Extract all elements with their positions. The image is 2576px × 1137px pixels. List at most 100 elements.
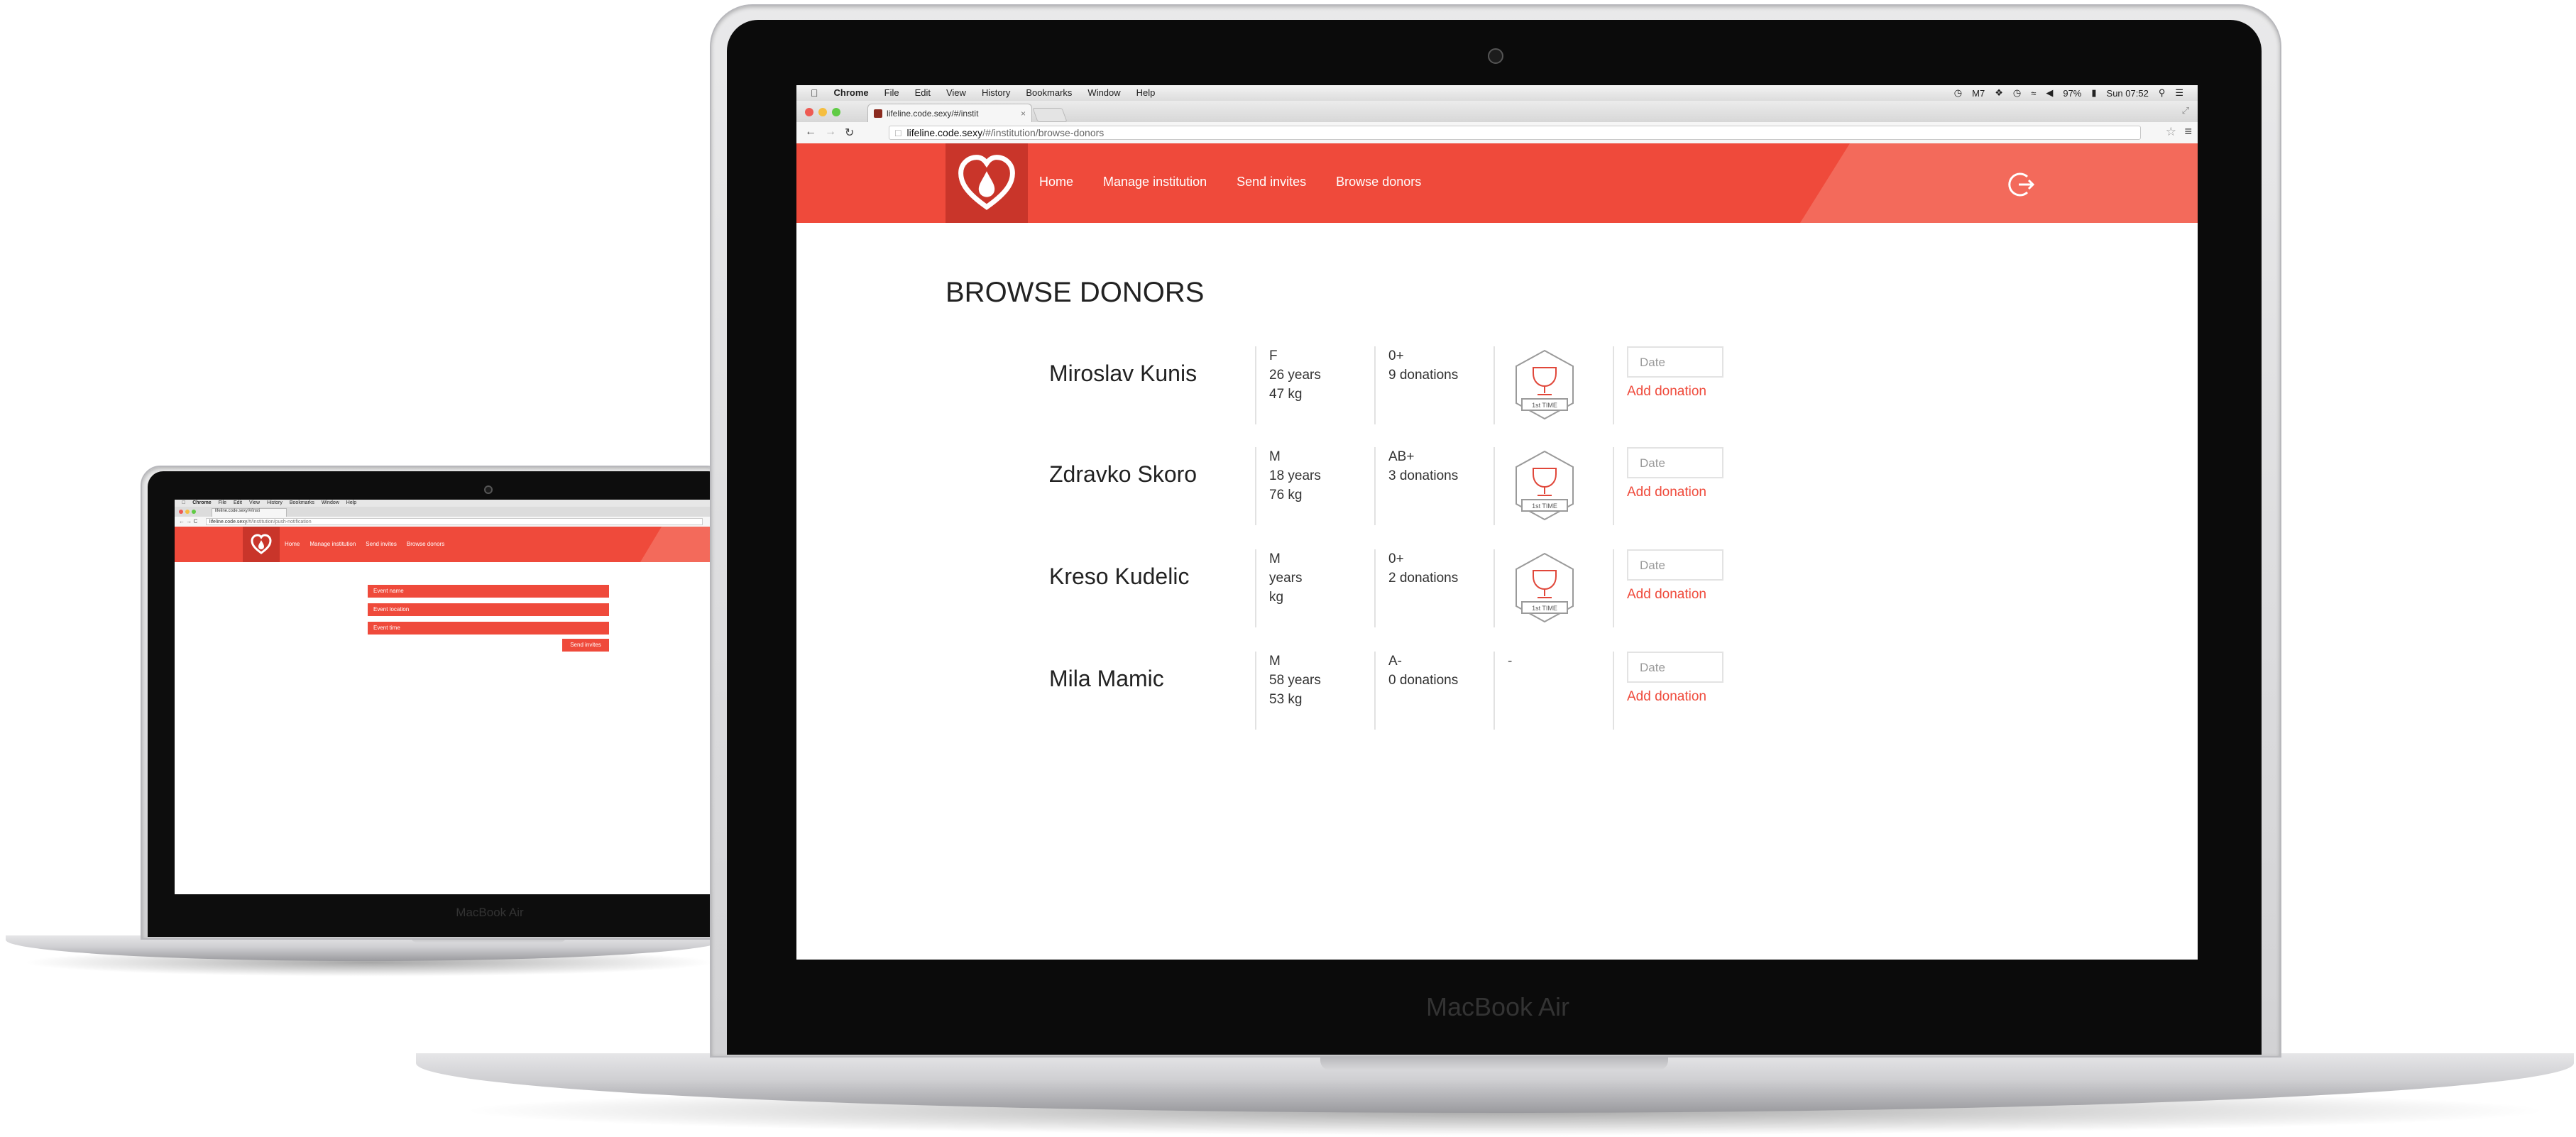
donor-row: Miroslav Kunis F 26 years 47 kg 0+ 9 don… — [1049, 346, 1759, 437]
small-nav-arrows-icon[interactable]: ← → C — [179, 518, 197, 524]
donor-donation-count: 3 donations — [1388, 468, 1459, 483]
address-bar[interactable]: □ lifeline.code.sexy/#/institution/brows… — [889, 126, 2141, 140]
small-logo[interactable] — [243, 527, 280, 562]
fullscreen-icon[interactable]: ⤢ — [2182, 105, 2189, 116]
donor-sex: F — [1269, 348, 1278, 363]
battery-icon[interactable]: ▮ — [2091, 87, 2096, 99]
date-input[interactable]: Date — [1627, 652, 1723, 683]
menu-file[interactable]: File — [884, 87, 899, 99]
donor-demographics: F 26 years 47 kg — [1255, 346, 1374, 424]
donor-blood-type: 0+ — [1388, 348, 1404, 363]
small-menu-edit[interactable]: Edit — [234, 500, 242, 505]
close-window-icon[interactable] — [805, 108, 813, 116]
nav-manage-institution[interactable]: Manage institution — [1103, 175, 1207, 190]
donor-row: Mila Mamic M 58 years 53 kg A- 0 donatio… — [1049, 652, 1759, 742]
small-header-stripe — [640, 527, 711, 562]
new-tab-button[interactable] — [1032, 108, 1068, 122]
small-menu-help[interactable]: Help — [346, 500, 356, 505]
small-url-host: lifeline.code.sexy — [209, 520, 248, 524]
zoom-window-icon[interactable] — [832, 108, 840, 116]
small-browser-tab[interactable]: lifeline.code.sexy/#/insti — [212, 508, 287, 517]
minimize-window-icon[interactable] — [818, 108, 827, 116]
reload-icon[interactable]: ↻ — [845, 126, 854, 140]
small-nav-browse-donors[interactable]: Browse donors — [407, 541, 444, 547]
minimize-window-icon[interactable] — [185, 510, 190, 514]
donor-blood-info: 0+ 2 donations — [1374, 549, 1493, 627]
add-donation-link[interactable]: Add donation — [1627, 382, 1755, 401]
menu-help[interactable]: Help — [1136, 87, 1156, 99]
small-menu-window[interactable]: Window — [322, 500, 339, 505]
add-donation-link[interactable]: Add donation — [1627, 483, 1755, 502]
small-tab-bar: lifeline.code.sexy/#/insti — [175, 507, 711, 517]
browser-tab[interactable]: lifeline.code.sexy/#/instit × — [867, 104, 1032, 122]
donor-donation-count: 9 donations — [1388, 368, 1459, 383]
small-laptop-camera — [484, 485, 493, 494]
time-machine-icon[interactable]: ◷ — [2013, 87, 2021, 99]
menu-chrome[interactable]: Chrome — [834, 87, 869, 99]
donor-blood-info: 0+ 9 donations — [1374, 346, 1493, 424]
notification-center-icon[interactable]: ☰ — [2175, 87, 2183, 99]
donor-badge-cell: - — [1493, 652, 1613, 730]
mac-menubar:  Chrome File Edit View History Bookmark… — [796, 85, 2198, 101]
donor-age: 58 years — [1269, 673, 1321, 688]
event-time-field[interactable]: Event time — [368, 622, 609, 635]
big-laptop-screen:  Chrome File Edit View History Bookmark… — [796, 85, 2198, 960]
small-menu-file[interactable]: File — [219, 500, 226, 505]
close-tab-icon[interactable]: × — [1021, 109, 1026, 119]
browser-tab-bar: lifeline.code.sexy/#/instit × ⤢ — [796, 101, 2198, 123]
menu-view[interactable]: View — [946, 87, 966, 99]
donor-age: 18 years — [1269, 468, 1321, 483]
menu-bookmarks[interactable]: Bookmarks — [1026, 87, 1072, 99]
apple-icon[interactable]:  — [811, 87, 818, 99]
menu-history[interactable]: History — [982, 87, 1010, 99]
small-url-field[interactable]: lifeline.code.sexy/#/institution/push-no… — [206, 518, 703, 525]
add-donation-link[interactable]: Add donation — [1627, 687, 1755, 706]
small-menu-history[interactable]: History — [267, 500, 283, 505]
nav-browse-donors[interactable]: Browse donors — [1336, 175, 1421, 190]
donor-name: Miroslav Kunis — [1049, 361, 1197, 386]
apple-icon[interactable]:  — [182, 500, 185, 505]
clock[interactable]: Sun 07:52 — [2107, 88, 2149, 99]
battery-percent: 97% — [2063, 87, 2082, 99]
notification-icon[interactable]: ◷ — [1954, 87, 1962, 99]
close-window-icon[interactable] — [179, 510, 183, 514]
wifi-icon[interactable]: ≈ — [2031, 88, 2036, 99]
small-menu-view[interactable]: View — [249, 500, 260, 505]
no-badge-placeholder: - — [1508, 654, 1513, 669]
url-path: /#/institution/browse-donors — [982, 127, 1105, 138]
date-input[interactable]: Date — [1627, 447, 1723, 478]
forward-arrow-icon[interactable]: → — [825, 126, 836, 140]
main-nav: Home Manage institution Send invites Bro… — [1039, 175, 1421, 190]
logout-button[interactable] — [2007, 170, 2036, 202]
send-invites-button[interactable]: Send invites — [562, 639, 609, 652]
dropbox-icon[interactable]: ❖ — [1995, 87, 2003, 99]
event-name-field[interactable]: Event name — [368, 585, 609, 598]
badge-label: 1st TIME — [1532, 402, 1557, 409]
spotlight-icon[interactable]: ⚲ — [2159, 87, 2166, 99]
volume-icon[interactable]: ◀ — [2046, 87, 2053, 99]
date-input[interactable]: Date — [1627, 346, 1723, 378]
app-logo[interactable] — [946, 143, 1028, 223]
page-icon: □ — [895, 127, 901, 138]
nav-home[interactable]: Home — [1039, 175, 1073, 190]
small-nav-home[interactable]: Home — [285, 541, 300, 547]
trophy-badge-icon: 1st TIME — [1516, 552, 1574, 623]
event-location-field[interactable]: Event location — [368, 603, 609, 616]
small-menu-bookmarks[interactable]: Bookmarks — [290, 500, 314, 505]
small-nav-manage-institution[interactable]: Manage institution — [309, 541, 356, 547]
small-nav-send-invites[interactable]: Send invites — [366, 541, 397, 547]
chrome-menu-icon[interactable]: ≡ — [2184, 124, 2192, 139]
mail-badge-icon[interactable]: M7 — [1972, 88, 1985, 99]
small-menu-chrome[interactable]: Chrome — [192, 500, 211, 505]
menu-edit[interactable]: Edit — [915, 87, 931, 99]
bookmark-star-icon[interactable]: ☆ — [2166, 125, 2176, 139]
back-arrow-icon[interactable]: ← — [805, 126, 816, 140]
nav-send-invites[interactable]: Send invites — [1237, 175, 1306, 190]
donor-donation-count: 2 donations — [1388, 571, 1459, 586]
tab-title: lifeline.code.sexy/#/instit — [887, 108, 979, 119]
zoom-window-icon[interactable] — [192, 510, 196, 514]
donor-age: years — [1269, 571, 1303, 586]
add-donation-link[interactable]: Add donation — [1627, 585, 1755, 604]
date-input[interactable]: Date — [1627, 549, 1723, 581]
menu-window[interactable]: Window — [1087, 87, 1120, 99]
